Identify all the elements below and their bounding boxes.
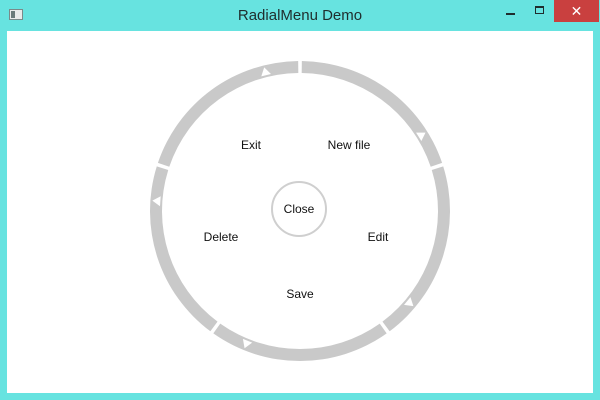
app-window: RadialMenu Demo ✕ Exit New file Delete E…	[0, 0, 600, 400]
ring-segment-new-file[interactable]	[301, 61, 443, 167]
maximize-button[interactable]	[526, 0, 554, 22]
client-area: Exit New file Delete Edit Save Close	[7, 31, 593, 393]
title-bar[interactable]: RadialMenu Demo ✕	[0, 0, 600, 31]
menu-item-new-file[interactable]: New file	[328, 138, 371, 152]
ring-segment-edit[interactable]	[382, 166, 450, 332]
center-close-button[interactable]: Close	[271, 181, 327, 237]
minimize-button[interactable]	[496, 0, 526, 22]
ring-segment-delete[interactable]	[149, 166, 218, 332]
minimize-icon	[506, 13, 515, 15]
ring-segment-exit[interactable]	[157, 61, 299, 167]
menu-item-exit[interactable]: Exit	[241, 138, 261, 152]
maximize-icon	[535, 6, 544, 14]
center-close-label: Close	[283, 202, 315, 216]
close-icon: ✕	[570, 3, 583, 19]
menu-item-delete[interactable]: Delete	[204, 230, 239, 244]
menu-item-save[interactable]: Save	[286, 287, 313, 301]
menu-item-edit[interactable]: Edit	[368, 230, 389, 244]
ring-segment-save[interactable]	[213, 323, 387, 361]
close-window-button[interactable]: ✕	[554, 0, 599, 22]
